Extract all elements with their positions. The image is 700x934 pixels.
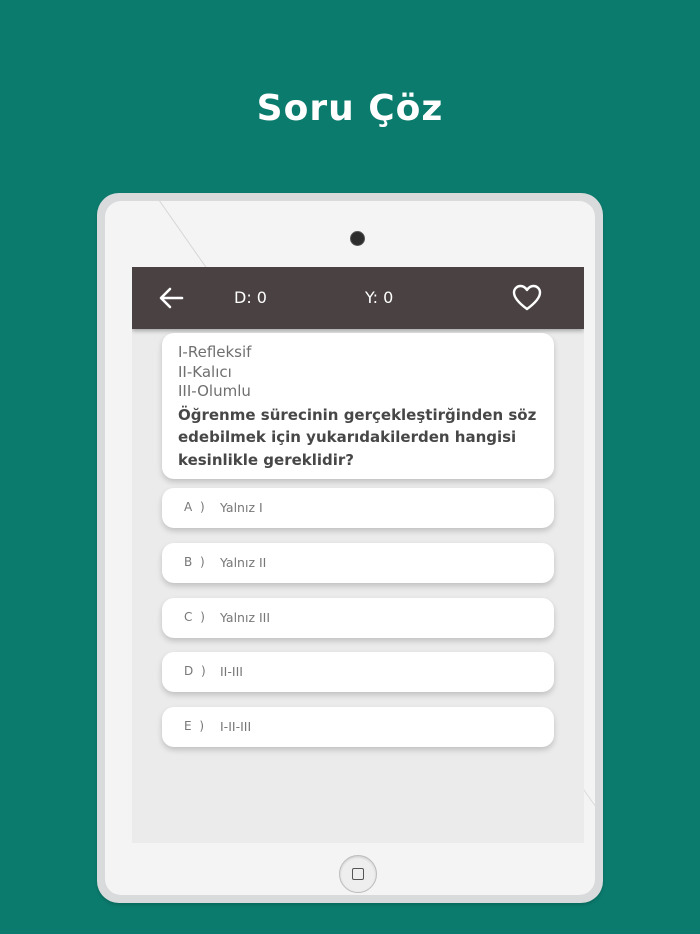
home-square-icon bbox=[352, 868, 364, 880]
option-text: Yalnız III bbox=[220, 610, 271, 625]
correct-count: D: 0 bbox=[234, 288, 267, 307]
heart-outline-icon[interactable] bbox=[512, 284, 542, 312]
premise-item: II-Kalıcı bbox=[178, 362, 232, 381]
option-letter: D ) bbox=[184, 664, 208, 678]
option-letter: A ) bbox=[184, 500, 207, 514]
tablet-bezel: D: 0 Y: 0 I-Refleksif II-Kalıcı III-Olum… bbox=[105, 201, 595, 895]
option-text: II-III bbox=[220, 664, 243, 679]
wrong-count: Y: 0 bbox=[365, 288, 394, 307]
option-text: Yalnız II bbox=[220, 555, 267, 570]
app-screen: D: 0 Y: 0 I-Refleksif II-Kalıcı III-Olum… bbox=[132, 267, 584, 843]
premise-item: III-Olumlu bbox=[178, 382, 251, 400]
option-d-button[interactable]: D ) II-III bbox=[162, 652, 554, 692]
question-card: I-Refleksif II-Kalıcı III-Olumlu Öğrenme… bbox=[162, 333, 554, 479]
option-letter: C ) bbox=[184, 610, 207, 624]
option-letter: E ) bbox=[184, 719, 207, 733]
option-text: Yalnız I bbox=[220, 500, 263, 515]
tablet-frame: D: 0 Y: 0 I-Refleksif II-Kalıcı III-Olum… bbox=[97, 193, 603, 903]
camera-icon bbox=[350, 231, 365, 246]
option-text: I-II-III bbox=[220, 719, 252, 734]
option-letter: B ) bbox=[184, 555, 207, 569]
app-bar: D: 0 Y: 0 bbox=[132, 267, 584, 329]
arrow-left-icon[interactable] bbox=[158, 286, 184, 310]
option-e-button[interactable]: E ) I-II-III bbox=[162, 707, 554, 747]
question-text: Öğrenme sürecinin gerçekleştirğinden söz… bbox=[178, 405, 537, 469]
premise-item: I-Refleksif bbox=[178, 343, 252, 361]
option-a-button[interactable]: A ) Yalnız I bbox=[162, 488, 554, 528]
option-b-button[interactable]: B ) Yalnız II bbox=[162, 543, 554, 583]
home-button[interactable] bbox=[339, 855, 377, 893]
option-c-button[interactable]: C ) Yalnız III bbox=[162, 598, 554, 638]
promo-headline: Soru Çöz bbox=[256, 88, 444, 129]
